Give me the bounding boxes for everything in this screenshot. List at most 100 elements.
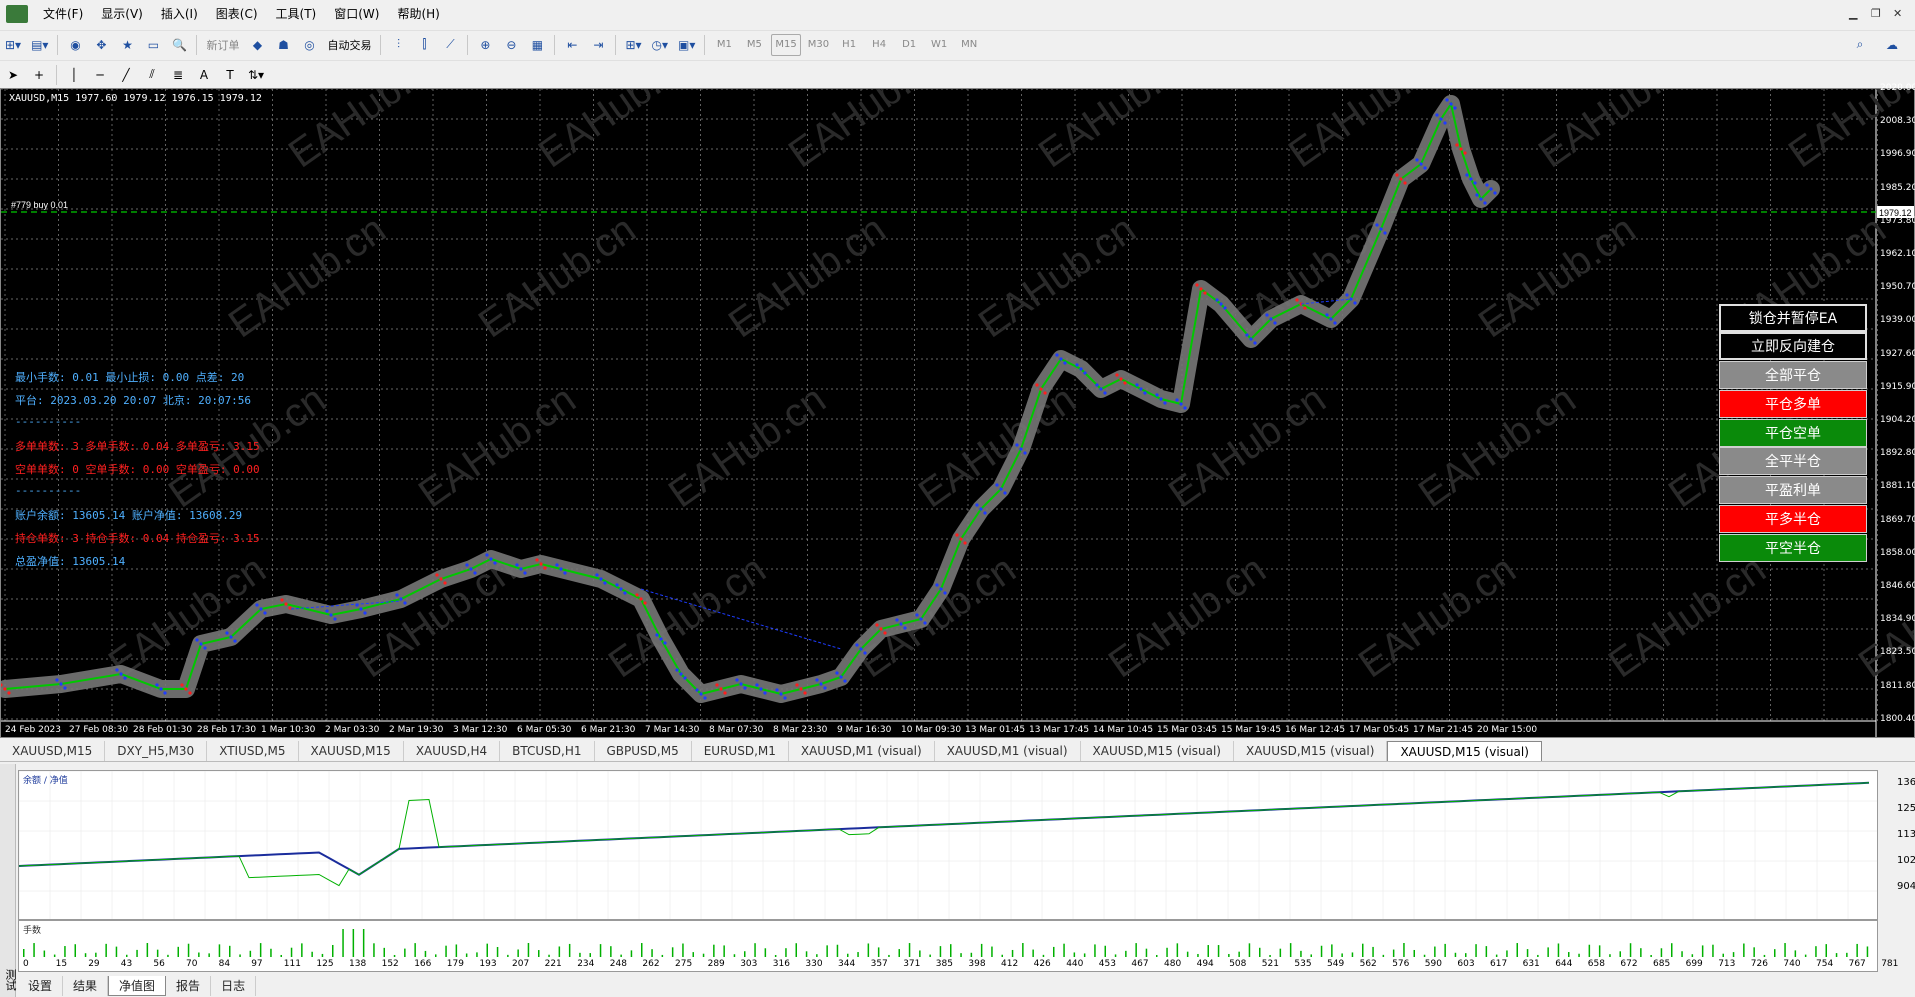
symbol-tab[interactable]: XAUUSD,M15 (visual) [1234,741,1388,761]
trade-marker [1215,298,1219,302]
cursor-icon[interactable]: ➤ [2,64,24,86]
close-buy-button[interactable]: 平仓多单 [1719,390,1867,418]
close-half-buy-button[interactable]: 平多半仓 [1719,505,1867,533]
fibonacci-icon[interactable]: ≣ [167,64,189,86]
trade-marker [1269,317,1273,321]
new-chart-icon[interactable]: ⊞▾ [2,34,24,56]
auto-scroll-icon[interactable]: ⇤ [561,34,583,56]
symbol-tab[interactable]: XTIUSD,M5 [207,741,299,761]
bar-chart-icon[interactable]: ⫶ [387,34,409,56]
market-icon[interactable]: ◎ [298,34,320,56]
volume-bar [1732,952,1735,957]
terminal-icon[interactable]: ▭ [142,34,164,56]
data-window-icon[interactable]: ✥ [90,34,112,56]
tester-tab[interactable]: 净值图 [108,976,167,996]
symbol-tab[interactable]: XAUUSD,H4 [404,741,501,761]
close-profit-button[interactable]: 平盈利单 [1719,476,1867,504]
profiles-icon[interactable]: ▤▾ [28,34,51,56]
strategy-tester-icon[interactable]: 🔍 [168,34,190,56]
close-sell-button[interactable]: 平仓空单 [1719,419,1867,447]
symbol-tab[interactable]: XAUUSD,M1 (visual) [935,741,1081,761]
watermark-text: EAHub.cn [1471,207,1644,346]
timeframe-m5[interactable]: M5 [741,34,767,56]
volume-bar [1753,947,1755,957]
symbol-tab[interactable]: DXY_H5,M30 [105,741,208,761]
timeframe-m30[interactable]: M30 [805,34,832,56]
tester-tab[interactable]: 设置 [18,976,64,996]
menu-window[interactable]: 窗口(W) [325,3,388,25]
tester-tab[interactable]: 日志 [211,976,257,996]
volume-axis-label: 152 [381,959,399,969]
chat-icon[interactable]: ☁ [1881,34,1903,56]
timeframe-d1[interactable]: D1 [896,34,922,56]
timeframe-h4[interactable]: H4 [866,34,892,56]
trade-marker [55,678,59,682]
symbol-tab[interactable]: XAUUSD,M15 [299,741,404,761]
symbol-tab[interactable]: EURUSD,M1 [692,741,789,761]
horizontal-line-icon[interactable]: ─ [89,64,111,86]
symbol-tab[interactable]: XAUUSD,M15 (visual) [1081,741,1234,761]
minimize-icon[interactable]: ▁ [1849,8,1861,20]
menu-file[interactable]: 文件(F) [34,3,92,25]
navigator-icon[interactable]: ★ [116,34,138,56]
volume-bar [548,954,550,957]
periods-icon[interactable]: ◷▾ [649,34,672,56]
crosshair-icon[interactable]: + [28,64,50,86]
time-axis-label: 13 Mar 17:45 [1029,725,1090,735]
symbol-tab[interactable]: BTCUSD,H1 [500,741,595,761]
zoom-in-icon[interactable]: ⊕ [474,34,496,56]
market-watch-icon[interactable]: ◉ [64,34,86,56]
close-all-button[interactable]: 全部平仓 [1719,361,1867,389]
timeframe-m1[interactable]: M1 [711,34,737,56]
volume-axis-label: 179 [446,959,464,969]
symbol-tab[interactable]: XAUUSD,M15 [0,741,106,761]
restore-icon[interactable]: ❐ [1871,8,1883,20]
symbol-tab[interactable]: XAUUSD,M1 (visual) [789,741,935,761]
equity-line [19,782,1870,887]
close-icon[interactable]: ✕ [1893,8,1905,20]
trade-marker [229,635,233,639]
arrows-icon[interactable]: ⇅▾ [245,64,267,86]
timeframe-mn[interactable]: MN [956,34,982,56]
tester-tab[interactable]: 报告 [166,976,212,996]
info-line-5: 账户余额: 13605.14 账户净值: 13608.29 [15,509,243,522]
timeframe-h1[interactable]: H1 [836,34,862,56]
menu-charts[interactable]: 图表(C) [207,3,267,25]
new-order-button[interactable]: 新订单 [203,34,242,56]
close-half-sell-button[interactable]: 平空半仓 [1719,534,1867,562]
metaeditor-icon[interactable]: ◆ [246,34,268,56]
indicators-icon[interactable]: ⊞▾ [622,34,644,56]
tester-tab[interactable]: 结果 [63,976,109,996]
text-label-icon[interactable]: T [219,64,241,86]
zoom-out-icon[interactable]: ⊖ [500,34,522,56]
tile-windows-icon[interactable]: ▦ [526,34,548,56]
line-chart-icon[interactable]: ⟋ [439,34,461,56]
symbol-tab[interactable]: GBPUSD,M5 [595,741,692,761]
menu-help[interactable]: 帮助(H) [388,3,448,25]
volume-axis-label: 699 [1685,959,1703,969]
trade-marker [823,686,827,690]
lock-pause-ea-button[interactable]: 锁仓并暂停EA [1719,304,1867,332]
menu-insert[interactable]: 插入(I) [152,3,207,25]
auto-trading-button[interactable]: 自动交易 [324,34,374,56]
templates-icon[interactable]: ▣▾ [675,34,698,56]
volume-axis-label: 535 [1294,959,1312,969]
vertical-line-icon[interactable]: │ [63,64,85,86]
trade-marker [919,617,923,621]
text-icon[interactable]: A [193,64,215,86]
chart-shift-icon[interactable]: ⇥ [587,34,609,56]
reverse-open-button[interactable]: 立即反向建仓 [1719,332,1867,360]
close-half-all-button[interactable]: 全平半仓 [1719,447,1867,475]
price-chart[interactable]: EAHub.cn EAHub.cn EAHub.cn EAHub.cn EAHub.cn… [0,83,1915,738]
timeframe-w1[interactable]: W1 [926,34,952,56]
channel-icon[interactable]: ⫽ [141,64,163,86]
timeframe-m15[interactable]: M15 [771,33,801,56]
trendline-icon[interactable]: ╱ [115,64,137,86]
symbol-tab[interactable]: XAUUSD,M15 (visual) [1387,741,1542,761]
candlestick-icon[interactable]: ⫿ [413,34,435,56]
menu-tools[interactable]: 工具(T) [267,3,326,25]
signals-icon[interactable]: ☗ [272,34,294,56]
volume-bar [1011,949,1014,957]
menu-view[interactable]: 显示(V) [92,3,152,25]
search-icon[interactable]: ⌕ [1849,34,1871,56]
